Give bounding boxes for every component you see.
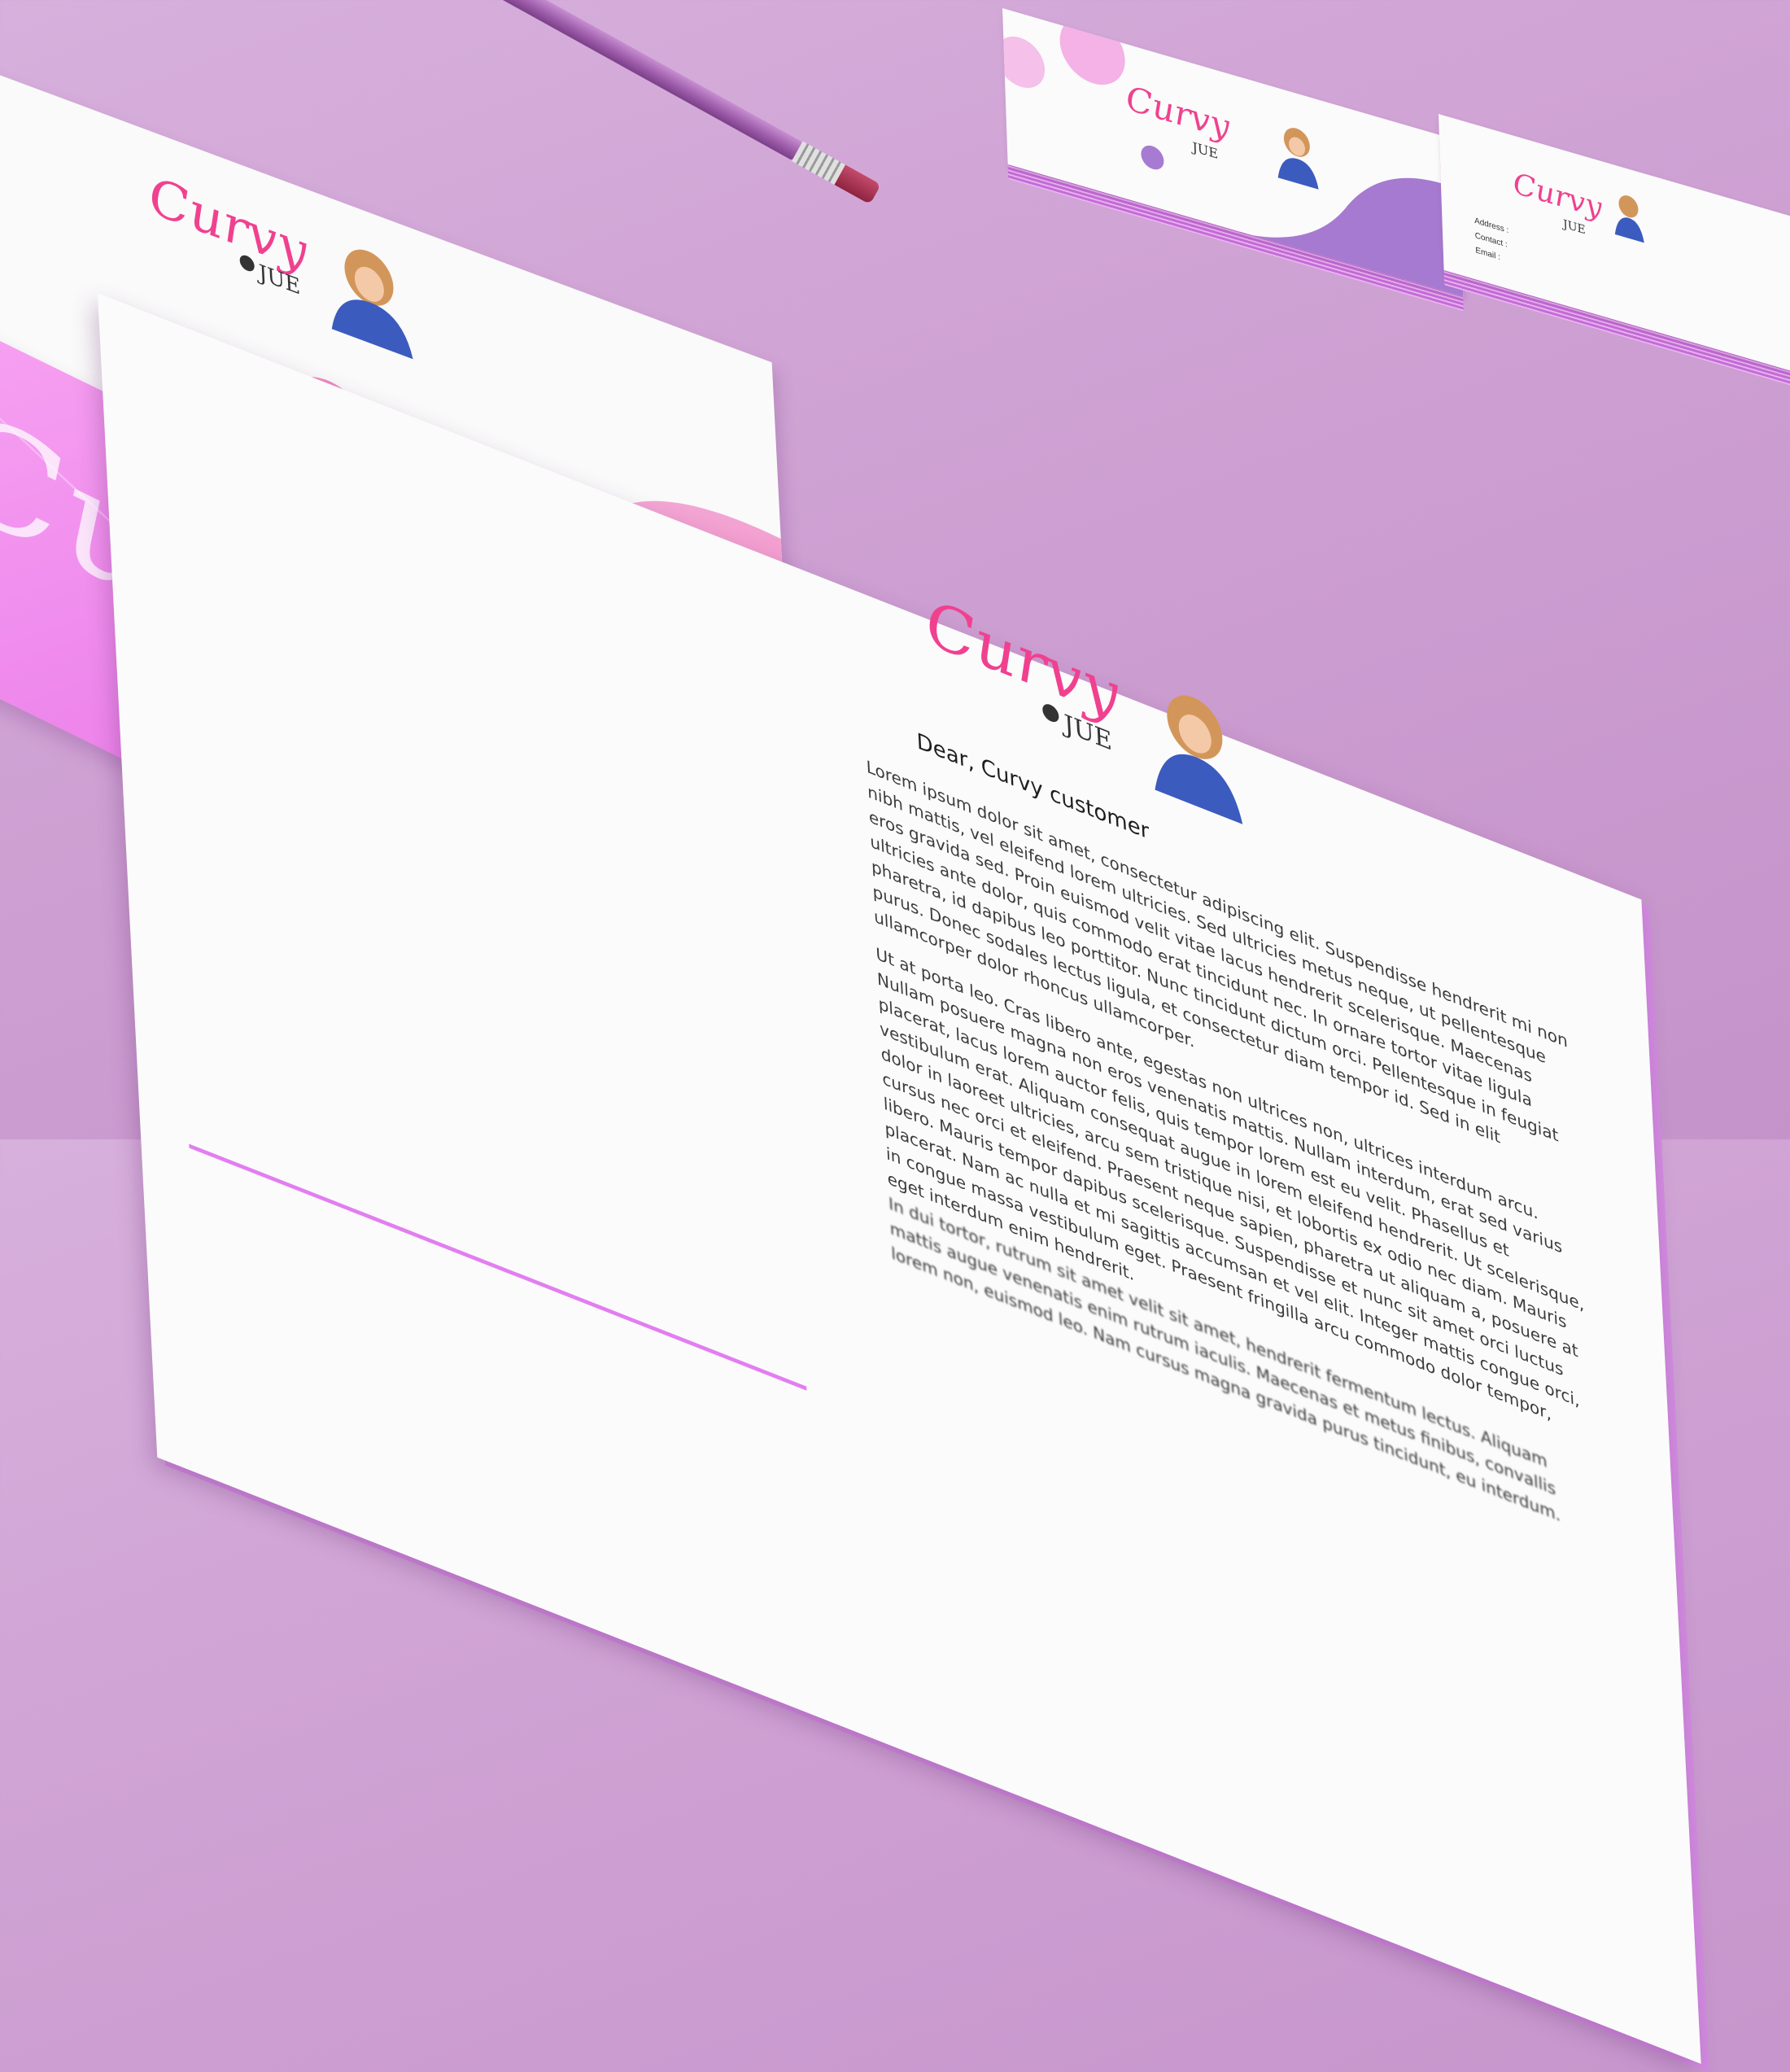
pencil-body <box>450 0 803 161</box>
business-card-stack-front: Curvy JUE <box>1002 8 1464 312</box>
card-back-woman-illustration <box>1614 195 1644 243</box>
card-woman-illustration <box>1277 128 1319 190</box>
letterhead-woman-illustration <box>1155 695 1243 824</box>
business-card-front: Curvy JUE <box>1002 8 1464 297</box>
woman-illustration <box>331 249 413 360</box>
pencil-eraser <box>834 164 881 205</box>
pencil <box>450 0 888 208</box>
letter-footer-line <box>189 1143 807 1391</box>
card-back-logo-script: Curvy <box>1513 165 1603 225</box>
business-card-back: Curvy JUE Address : Contact : Email : <box>1439 114 1790 393</box>
logo-script: Curvy <box>148 164 309 284</box>
stationery-mockup-scene: Curvy JUE Curvy JUE Curvy JUE Address: … <box>0 0 1790 2072</box>
business-card-stack-back: Curvy JUE Address : Contact : Email : <box>1439 114 1790 408</box>
card-logo-script: Curvy <box>1125 78 1230 148</box>
letterhead-logo-script: Curvy <box>925 585 1121 735</box>
card-back-logo-surname: JUE <box>1561 217 1586 237</box>
letterhead: Curvy JUE Dear, Curvy customer Lorem ips… <box>98 293 1701 2065</box>
